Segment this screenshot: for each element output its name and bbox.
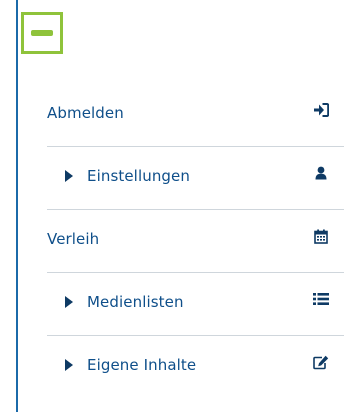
user-icon	[311, 163, 331, 183]
menu-item-label: Verleih	[47, 230, 100, 248]
menu-collapse-button[interactable]	[21, 12, 63, 54]
menu-item-label: Abmelden	[47, 104, 124, 122]
menu-item-label: Eigene Inhalte	[87, 356, 197, 374]
caret-right-icon	[65, 359, 73, 371]
side-menu: Abmelden Einstellungen Verleih Medienlis…	[47, 84, 344, 399]
side-menu-panel: Abmelden Einstellungen Verleih Medienlis…	[16, 0, 344, 412]
calendar-icon	[311, 226, 331, 246]
edit-icon	[311, 352, 331, 372]
menu-item-verleih[interactable]: Verleih	[47, 210, 344, 273]
menu-item-abmelden[interactable]: Abmelden	[47, 84, 344, 147]
menu-item-label: Einstellungen	[87, 167, 190, 185]
sign-in-icon	[311, 100, 331, 120]
minus-icon	[31, 30, 53, 36]
menu-item-eigene-inhalte[interactable]: Eigene Inhalte	[47, 336, 344, 399]
menu-item-medienlisten[interactable]: Medienlisten	[47, 273, 344, 336]
list-icon	[311, 289, 331, 309]
menu-item-einstellungen[interactable]: Einstellungen	[47, 147, 344, 210]
caret-right-icon	[65, 170, 73, 182]
caret-right-icon	[65, 296, 73, 308]
menu-item-label: Medienlisten	[87, 293, 184, 311]
